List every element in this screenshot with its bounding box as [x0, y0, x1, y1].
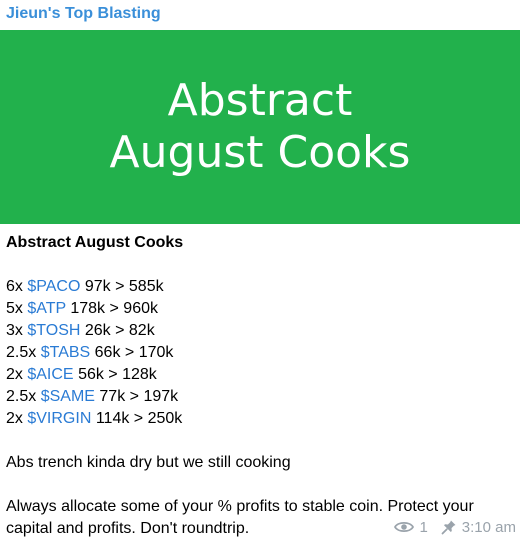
call-range: 178k > 960k: [70, 300, 158, 317]
call-range: 77k > 197k: [99, 388, 179, 405]
call-line: 3x $TOSH 26k > 82k: [6, 320, 516, 342]
pin-icon: [441, 519, 457, 535]
call-range: 66k > 170k: [94, 344, 174, 361]
banner-line-1: Abstract: [167, 75, 353, 126]
ticker-link[interactable]: $SAME: [41, 388, 95, 405]
call-range: 97k > 585k: [84, 278, 164, 295]
ticker-link[interactable]: $AICE: [27, 366, 73, 383]
banner-line-2: August Cooks: [109, 127, 411, 178]
call-multiplier: 2x: [6, 410, 23, 427]
call-line: 5x $ATP 178k > 960k: [6, 298, 516, 320]
ticker-link[interactable]: $ATP: [27, 300, 66, 317]
message-text: Abstract August Cooks 6x $PACO 97k > 585…: [6, 232, 516, 540]
call-line: 2x $VIRGIN 114k > 250k: [6, 408, 516, 430]
call-line: 2x $AICE 56k > 128k: [6, 364, 516, 386]
channel-message: Jieun's Top Blasting Abstract August Coo…: [0, 0, 520, 540]
message-meta: 1 3:10 am: [394, 516, 516, 538]
call-line: 2.5x $TABS 66k > 170k: [6, 342, 516, 364]
call-line: 6x $PACO 97k > 585k: [6, 276, 516, 298]
ticker-link[interactable]: $VIRGIN: [27, 410, 91, 427]
channel-name[interactable]: Jieun's Top Blasting: [6, 4, 161, 24]
ticker-link[interactable]: $TABS: [41, 344, 91, 361]
message-time: 3:10 am: [461, 518, 516, 536]
post-title: Abstract August Cooks: [6, 234, 184, 251]
eye-icon: [394, 520, 415, 534]
ticker-link[interactable]: $PACO: [27, 278, 80, 295]
post-note: Abs trench kinda dry but we still cookin…: [6, 454, 291, 471]
call-multiplier: 2x: [6, 366, 23, 383]
view-count: 1: [419, 518, 428, 536]
ticker-link[interactable]: $TOSH: [27, 322, 80, 339]
call-multiplier: 5x: [6, 300, 23, 317]
post-advice-line-1: Always allocate some of your % profits t…: [6, 498, 474, 515]
call-range: 56k > 128k: [78, 366, 157, 383]
banner-image[interactable]: Abstract August Cooks: [0, 30, 520, 224]
call-multiplier: 3x: [6, 322, 23, 339]
call-multiplier: 2.5x: [6, 344, 37, 361]
call-range: 114k > 250k: [95, 410, 183, 427]
call-multiplier: 2.5x: [6, 388, 37, 405]
call-line: 2.5x $SAME 77k > 197k: [6, 386, 516, 408]
call-multiplier: 6x: [6, 278, 23, 295]
call-range: 26k > 82k: [84, 322, 155, 339]
